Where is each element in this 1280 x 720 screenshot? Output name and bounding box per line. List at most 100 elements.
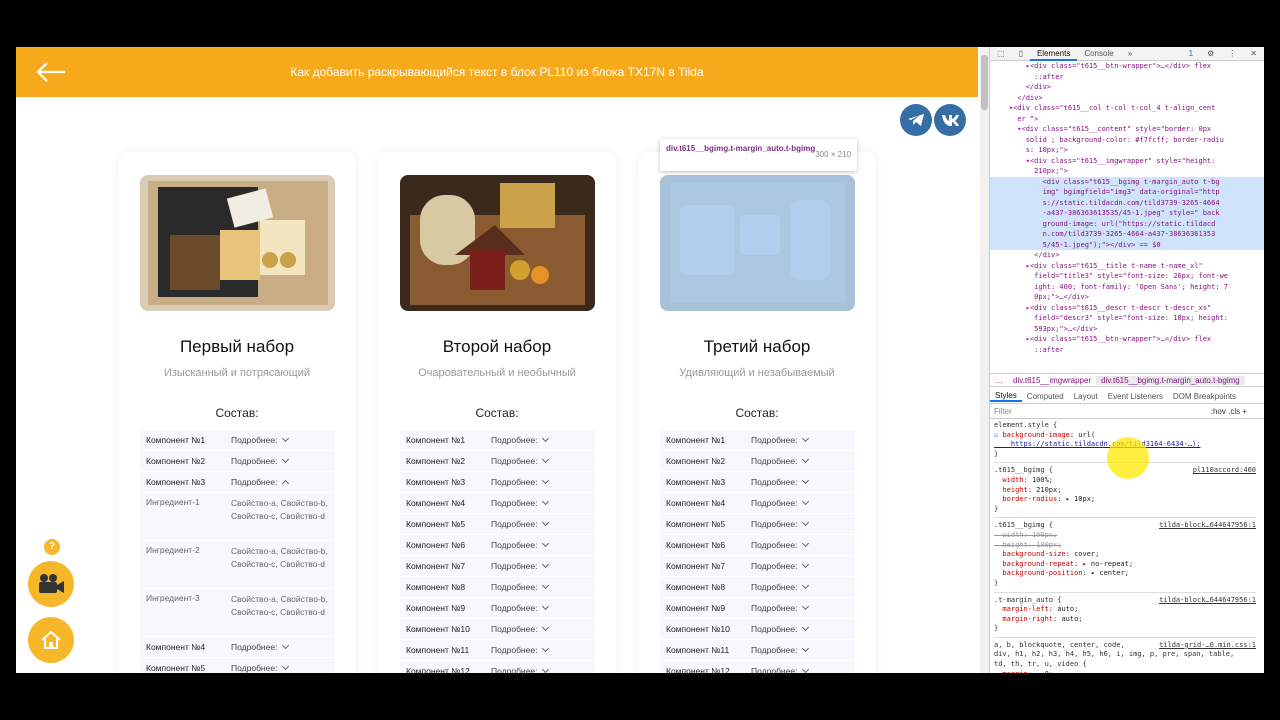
accordion-row[interactable]: Компонент №2 Подробнее: xyxy=(660,451,855,472)
accordion-row[interactable]: Компонент №12 Подробнее: xyxy=(660,661,855,673)
accordion-row[interactable]: Компонент №2 Подробнее: xyxy=(140,451,335,472)
accordion-row[interactable]: Компонент №10 Подробнее: xyxy=(660,619,855,640)
styles-filter[interactable]: Filter :hov .cls + xyxy=(990,405,1264,419)
dom-line[interactable]: 210px;"> xyxy=(992,166,1263,177)
dom-line[interactable]: ▸<div class="t615__btn-wrapper">…</div> … xyxy=(992,61,1263,72)
dom-line[interactable]: </div> xyxy=(992,93,1263,104)
telegram-icon[interactable] xyxy=(900,104,932,136)
accordion-row[interactable]: Компонент №5 Подробнее: xyxy=(140,658,335,673)
accordion-row[interactable]: Компонент №6 Подробнее: xyxy=(660,535,855,556)
dom-line[interactable]: ::after xyxy=(992,72,1263,83)
accordion-row[interactable]: Компонент №3 Подробнее: xyxy=(400,472,595,493)
accordion-row[interactable]: Компонент №9 Подробнее: xyxy=(660,598,855,619)
tab-computed[interactable]: Computed xyxy=(1022,392,1069,401)
dom-line[interactable]: field="descr3" style="font-size: 18px; h… xyxy=(992,313,1263,324)
filter-tools[interactable]: :hov .cls + xyxy=(1211,407,1247,416)
dom-line[interactable]: er "> xyxy=(992,114,1263,125)
breadcrumb-more[interactable]: … xyxy=(990,376,1008,385)
dom-line[interactable]: ▸<div class="t615__descr t-descr t-descr… xyxy=(992,303,1263,314)
accordion-row[interactable]: Компонент №4 Подробнее: xyxy=(660,493,855,514)
accordion-row[interactable]: Компонент №7 Подробнее: xyxy=(400,556,595,577)
source-link[interactable]: tilda-block…644647956:1 xyxy=(1159,521,1256,531)
page-scrollbar[interactable] xyxy=(980,47,989,673)
accordion-row[interactable]: Компонент №5 Подробнее: xyxy=(400,514,595,535)
dom-line[interactable]: ▸<div class="t615__title t-name t-name_x… xyxy=(992,261,1263,272)
dom-line[interactable]: ▾<div class="t615__imgwrapper" style="he… xyxy=(992,156,1263,167)
dom-line[interactable]: </div> xyxy=(992,250,1263,261)
accordion-row[interactable]: Компонент №11 Подробнее: xyxy=(660,640,855,661)
accordion-row[interactable]: Компонент №1 Подробнее: xyxy=(400,430,595,451)
accordion-row[interactable]: Компонент №7 Подробнее: xyxy=(660,556,855,577)
device-icon[interactable]: ▯ xyxy=(1012,49,1030,58)
dom-line[interactable]: ight: 400; font-family: 'Open Sans'; hei… xyxy=(992,282,1263,293)
dom-line-selected[interactable]: ground-image: url("https://static.tildac… xyxy=(990,218,1264,229)
tab-styles[interactable]: Styles xyxy=(990,391,1022,402)
dom-line[interactable]: </div> xyxy=(992,82,1263,93)
product-image-highlighted[interactable] xyxy=(660,175,855,311)
css-property[interactable]: background-size: cover; xyxy=(994,550,1256,560)
help-badge[interactable]: ? xyxy=(44,539,60,555)
css-property[interactable]: margin-right: auto; xyxy=(994,615,1256,625)
vk-icon[interactable] xyxy=(934,104,966,136)
accordion-row[interactable]: Компонент №3 Подробнее: xyxy=(660,472,855,493)
issues-badge[interactable]: 1 xyxy=(1182,49,1200,58)
css-property[interactable]: background-position: ▸ center; xyxy=(994,569,1256,579)
css-property[interactable]: margin: ▸ 0; xyxy=(994,670,1256,673)
accordion-row[interactable]: Компонент №8 Подробнее: xyxy=(400,577,595,598)
tab-layout[interactable]: Layout xyxy=(1069,392,1103,401)
source-link[interactable]: pl110accord:460 xyxy=(1193,466,1256,476)
css-property[interactable]: width: 100px; xyxy=(994,531,1256,541)
css-property[interactable]: background-repeat: ▸ no-repeat; xyxy=(994,560,1256,570)
breadcrumb-item[interactable]: div.t615__imgwrapper xyxy=(1008,376,1096,385)
kebab-icon[interactable]: ⋮ xyxy=(1221,49,1243,58)
dom-line[interactable]: 593px;">…</div> xyxy=(992,324,1263,335)
source-link[interactable]: tilda-grid-…0.min.css:1 xyxy=(1159,641,1256,651)
filter-input[interactable]: Filter xyxy=(994,407,1012,416)
accordion-row[interactable]: Компонент №4 Подробнее: xyxy=(400,493,595,514)
css-property[interactable]: margin-left: auto; xyxy=(994,605,1256,615)
tab-dom-breakpoints[interactable]: DOM Breakpoints xyxy=(1168,392,1241,401)
dom-line[interactable]: s: 10px;"> xyxy=(992,145,1263,156)
accordion-row[interactable]: Компонент №4 Подробнее: xyxy=(140,637,335,658)
tab-event-listeners[interactable]: Event Listeners xyxy=(1103,392,1168,401)
accordion-row[interactable]: Компонент №1 Подробнее: xyxy=(660,430,855,451)
css-property[interactable]: border-radius: ▸ 10px; xyxy=(994,495,1256,505)
accordion-row[interactable]: Компонент №6 Подробнее: xyxy=(400,535,595,556)
home-icon[interactable] xyxy=(28,617,74,663)
dom-line[interactable]: 0px;">…</div> xyxy=(992,292,1263,303)
dom-line[interactable]: field="title3" style="font-size: 26px; f… xyxy=(992,271,1263,282)
tab-console[interactable]: Console xyxy=(1077,49,1120,58)
dom-line[interactable]: ▾<div class="t615__col t-col t-col_4 t-a… xyxy=(992,103,1263,114)
accordion-row[interactable]: Компонент №10 Подробнее: xyxy=(400,619,595,640)
accordion-row[interactable]: Компонент №1 Подробнее: xyxy=(140,430,335,451)
accordion-row[interactable]: Компонент №8 Подробнее: xyxy=(660,577,855,598)
arrow-left-icon[interactable] xyxy=(36,61,66,83)
more-tabs-icon[interactable]: » xyxy=(1121,49,1139,58)
accordion-row[interactable]: Компонент №12 Подробнее: xyxy=(400,661,595,673)
video-camera-icon[interactable] xyxy=(28,561,74,607)
accordion-row[interactable]: Компонент №2 Подробнее: xyxy=(400,451,595,472)
dom-line-selected[interactable]: n.com/tild3739-3265-4664-a437-3863636135… xyxy=(990,229,1264,240)
css-property[interactable]: height: 210px; xyxy=(994,486,1256,496)
dom-line-selected[interactable]: s://static.tildacdn.com/tild3739-3265-46… xyxy=(990,197,1264,208)
accordion-row-open[interactable]: Компонент №3 Подробнее: xyxy=(140,472,335,493)
breadcrumb-item-active[interactable]: div.t615__bgimg.t-margin_auto.t-bgimg xyxy=(1096,375,1245,385)
scrollbar-thumb[interactable] xyxy=(981,55,988,110)
gear-icon[interactable]: ⚙ xyxy=(1200,49,1221,58)
css-property[interactable]: height: 100px; xyxy=(994,541,1256,551)
dom-line[interactable]: ▸<div class="t615__btn-wrapper">…</div> … xyxy=(992,334,1263,345)
accordion-row[interactable]: Компонент №9 Подробнее: xyxy=(400,598,595,619)
dom-line-selected[interactable]: -a437-386363613535/45-1.jpeg" style=" ba… xyxy=(990,208,1264,219)
tab-elements[interactable]: Elements xyxy=(1029,47,1078,61)
dom-line-selected[interactable]: 5/45-1.jpeg");"></div> == $0 xyxy=(990,239,1264,250)
url-link[interactable]: https://static.tildacdn.com/tild3164-643… xyxy=(994,440,1201,448)
dom-line[interactable]: ::after xyxy=(992,345,1263,356)
dom-line-selected[interactable]: img" bgimgfield="img3" data-original="ht… xyxy=(990,187,1264,198)
dom-line-selected[interactable]: <div class="t615__bgimg t-margin_auto t-… xyxy=(990,176,1264,187)
close-icon[interactable]: ✕ xyxy=(1243,49,1264,58)
dom-line[interactable]: ▾<div class="t615__content" style="borde… xyxy=(992,124,1263,135)
accordion-row[interactable]: Компонент №5 Подробнее: xyxy=(660,514,855,535)
accordion-row[interactable]: Компонент №11 Подробнее: xyxy=(400,640,595,661)
dom-line[interactable]: solid ; background-color: #f7fcff; borde… xyxy=(992,135,1263,146)
source-link[interactable]: tilda-block…644647956:1 xyxy=(1159,596,1256,606)
